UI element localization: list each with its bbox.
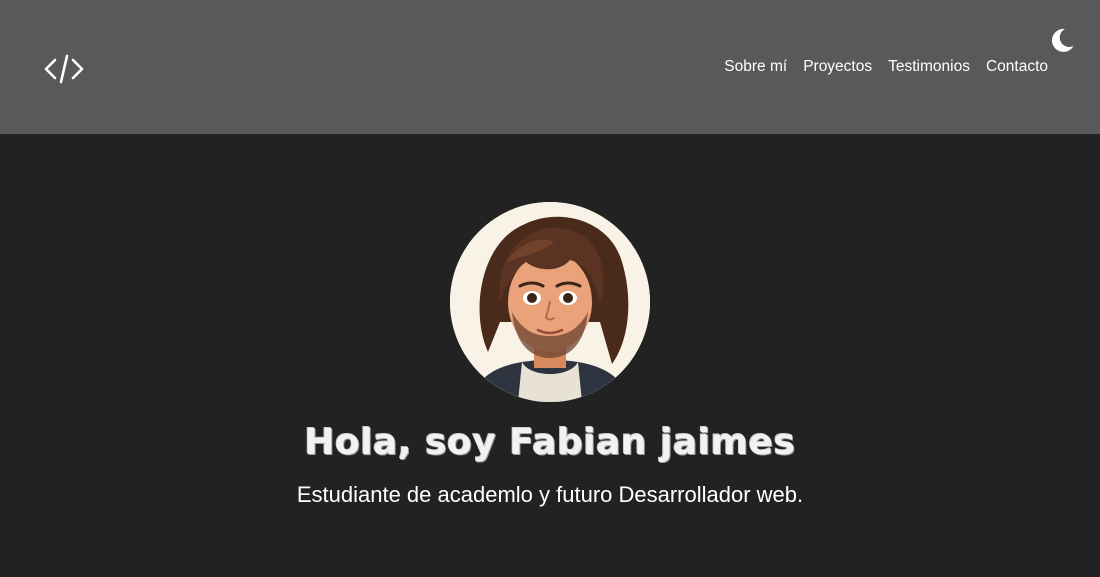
code-brackets-icon[interactable] xyxy=(43,52,85,86)
avatar xyxy=(450,202,650,402)
nav-link-testimonios[interactable]: Testimonios xyxy=(888,58,970,76)
site-header: Sobre mí Proyectos Testimonios Contacto xyxy=(0,0,1100,134)
moon-icon[interactable] xyxy=(1049,27,1075,53)
nav-link-sobre-mi[interactable]: Sobre mí xyxy=(724,58,787,76)
nav-link-proyectos[interactable]: Proyectos xyxy=(803,58,872,76)
page-title: Hola, soy Fabian jaimes xyxy=(304,422,796,463)
main-nav: Sobre mí Proyectos Testimonios Contacto xyxy=(724,58,1048,76)
hero-subtitle: Estudiante de academlo y futuro Desarrol… xyxy=(296,482,804,507)
nav-link-contacto[interactable]: Contacto xyxy=(986,58,1048,76)
hero-section: Hola, soy Fabian jaimes Estudiante de ac… xyxy=(0,134,1100,577)
